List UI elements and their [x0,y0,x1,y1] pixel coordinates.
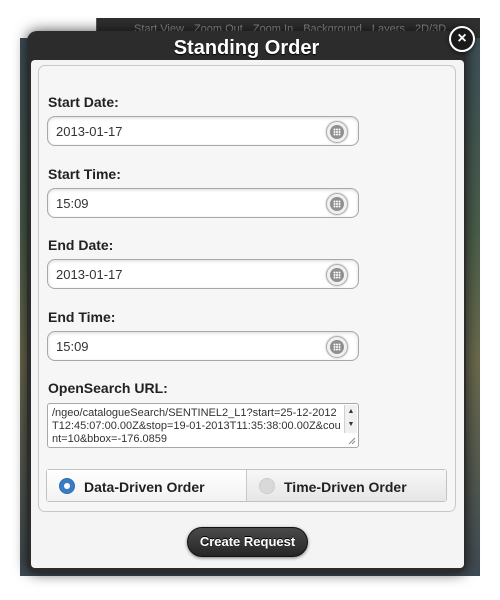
start-time-label: Start Time: [48,166,121,182]
textarea-scrollbar[interactable]: ▲ ▼ [344,405,357,433]
time-driven-order-label: Time-Driven Order [284,479,407,495]
grid-dots-icon[interactable] [326,121,348,143]
radio-selected-icon[interactable] [59,478,75,494]
start-date-label: Start Date: [48,94,119,110]
grid-dots-icon[interactable] [326,193,348,215]
end-time-label: End Time: [48,309,116,325]
end-date-field[interactable]: 2013-01-17 [47,259,359,289]
dialog-title: Standing Order [173,37,320,59]
scroll-up-icon[interactable]: ▲ [345,405,357,418]
create-request-button[interactable]: Create Request [187,527,308,557]
opensearch-url-textarea[interactable]: /ngeo/catalogueSearch/SENTINEL2_L1?start… [47,403,359,448]
radio-unselected-icon[interactable] [259,478,275,494]
start-time-field[interactable]: 15:09 [47,188,359,218]
start-date-value: 2013-01-17 [56,124,123,139]
end-time-value: 15:09 [56,339,89,354]
time-driven-order-option[interactable]: Time-Driven Order [247,470,446,501]
close-icon[interactable]: × [449,26,475,52]
opensearch-url-label: OpenSearch URL: [48,380,168,396]
opensearch-url-value: /ngeo/catalogueSearch/SENTINEL2_L1?start… [52,407,341,445]
start-time-value: 15:09 [56,196,89,211]
start-date-field[interactable]: 2013-01-17 [47,116,359,146]
grid-dots-icon[interactable] [326,336,348,358]
data-driven-order-option[interactable]: Data-Driven Order [47,470,247,501]
scroll-down-icon[interactable]: ▼ [345,418,357,431]
order-type-toggle: Data-Driven Order Time-Driven Order [46,469,447,502]
app-screen: Start View Zoom Out Zoom In Background L… [0,0,500,600]
end-time-field[interactable]: 15:09 [47,331,359,361]
end-date-label: End Date: [48,237,114,253]
resize-handle-icon[interactable] [348,437,356,445]
end-date-value: 2013-01-17 [56,267,123,282]
data-driven-order-label: Data-Driven Order [84,479,205,495]
grid-dots-icon[interactable] [326,264,348,286]
